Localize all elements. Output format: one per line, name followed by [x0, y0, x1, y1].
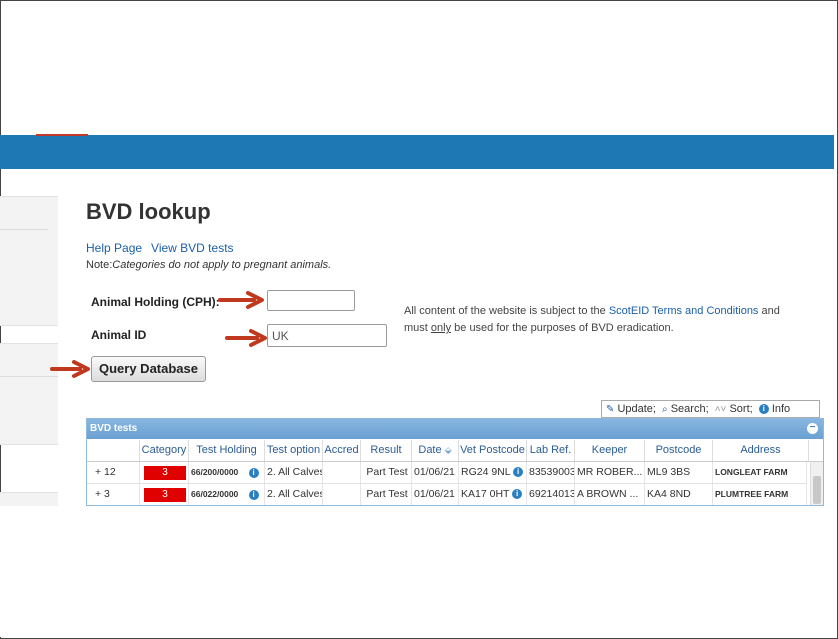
terms-text: be used for the purposes of BVD eradicat… [451, 322, 674, 334]
column-header-test-option[interactable]: Test option [265, 440, 323, 461]
active-nav-indicator [36, 134, 88, 136]
terms-text: must [404, 322, 431, 334]
screenshot-crop-area [0, 506, 836, 637]
date-cell: 01/06/21 [412, 484, 459, 505]
terms-emphasis: only [430, 322, 452, 334]
column-header-postcode[interactable]: Postcode [645, 440, 713, 461]
table-row[interactable]: + 3 3 66/022/0000 i 2. All Calves Part T… [87, 484, 807, 505]
address-cell: PLUMTREE FARM [713, 484, 807, 505]
note-body: Categories do not apply to pregnant anim… [112, 259, 332, 271]
column-header-vet-postcode[interactable]: Vet Postcode [459, 440, 527, 461]
annotation-arrow-icon [218, 291, 264, 309]
vet-postcode-value: KA17 0HT [461, 488, 510, 500]
grid-toolbar: ✎ Update; ⌕ Search; ˄˅ Sort; i Info [601, 400, 820, 418]
sort-label: Sort; [729, 403, 753, 415]
help-page-link[interactable]: Help Page [86, 241, 142, 255]
left-sidebar-panel [0, 196, 58, 326]
info-label: Info [771, 403, 791, 415]
info-icon[interactable]: i [512, 489, 523, 500]
table-row[interactable]: + 12 3 66/200/0000 i 2. All Calves Part … [87, 462, 807, 484]
info-icon[interactable]: i [248, 489, 259, 500]
grid-scrollbar[interactable] [810, 462, 823, 505]
terms-text: and [758, 305, 780, 317]
date-cell: 01/06/21 [412, 462, 459, 483]
animal-id-label: Animal ID [91, 328, 147, 342]
date-header-label: Date [418, 444, 442, 456]
expander-count: + 3 [95, 488, 110, 500]
scrollbar-thumb[interactable] [813, 476, 821, 504]
vet-postcode-cell: RG24 9NL i [459, 462, 527, 483]
test-option-cell: 2. All Calves [265, 484, 323, 505]
keeper-cell: A BROWN ... [575, 484, 645, 505]
top-links: Help Page View BVD tests [86, 241, 243, 255]
keeper-cell: MR ROBER... [575, 462, 645, 483]
category-cell: 3 [140, 484, 189, 505]
terms-text: All content of the website is subject to… [404, 305, 609, 317]
annotation-arrow-icon [50, 360, 90, 378]
vet-postcode-value: RG24 9NL [461, 466, 511, 478]
vet-postcode-cell: KA17 0HT i [459, 484, 527, 505]
column-header-category[interactable]: Category [140, 440, 189, 461]
bvd-tests-grid: BVD tests − Category Test Holding Test o… [86, 418, 824, 506]
sort-descending-icon: ⬙ [444, 445, 452, 455]
category-badge: 3 [144, 488, 186, 502]
terms-link[interactable]: ScotEID Terms and Conditions [609, 305, 759, 317]
postcode-cell: KA4 8ND [645, 484, 713, 505]
search-tool[interactable]: ⌕ Search; [662, 401, 709, 418]
test-holding-value: 66/200/0000 [191, 467, 239, 477]
animal-holding-input[interactable] [267, 290, 355, 311]
column-header-test-holding[interactable]: Test Holding [189, 440, 265, 461]
test-holding-cell: 66/200/0000 i [189, 462, 265, 483]
test-holding-value: 66/022/0000 [191, 489, 239, 499]
test-holding-cell: 66/022/0000 i [189, 484, 265, 505]
update-tool[interactable]: ✎ Update; [606, 401, 656, 418]
result-cell: Part Test [361, 462, 412, 483]
accred-cell [323, 462, 361, 483]
sort-arrows-icon: ˄˅ [714, 404, 727, 415]
search-icon: ⌕ [662, 404, 668, 415]
result-cell: Part Test [361, 484, 412, 505]
column-header-result[interactable]: Result [361, 440, 412, 461]
column-header-accred[interactable]: Accred [323, 440, 361, 461]
address-cell: LONGLEAT FARM [713, 462, 807, 483]
grid-title: BVD tests [90, 423, 138, 434]
sort-tool[interactable]: ˄˅ Sort; [715, 401, 753, 418]
column-header-date[interactable]: Date ⬙ [412, 440, 459, 461]
lab-ref-cell: 835390036 [527, 462, 575, 483]
info-icon[interactable]: i [513, 467, 524, 478]
view-bvd-tests-link[interactable]: View BVD tests [151, 241, 233, 255]
column-header-expander [87, 440, 140, 461]
query-database-button[interactable]: Query Database [91, 356, 206, 382]
pencil-icon: ✎ [606, 404, 615, 415]
row-expander[interactable]: + 3 [87, 484, 140, 505]
update-label: Update; [617, 403, 656, 415]
category-cell: 3 [140, 462, 189, 483]
grid-header-row: Category Test Holding Test option Accred… [87, 440, 823, 462]
search-label: Search; [670, 403, 709, 415]
column-header-keeper[interactable]: Keeper [575, 440, 645, 461]
collapse-icon[interactable]: − [807, 423, 818, 434]
lab-ref-cell: 692140133 [527, 484, 575, 505]
accred-cell [323, 484, 361, 505]
animal-id-input[interactable] [267, 324, 387, 347]
test-option-cell: 2. All Calves [265, 462, 323, 483]
info-tool[interactable]: i Info [758, 401, 791, 417]
column-header-lab-ref[interactable]: Lab Ref. [527, 440, 575, 461]
annotation-arrow-icon [225, 329, 267, 347]
animal-holding-label: Animal Holding (CPH): [91, 295, 220, 309]
page-title: BVD lookup [86, 199, 211, 224]
info-icon[interactable]: i [248, 467, 259, 478]
category-badge: 3 [144, 466, 186, 480]
grid-caption: BVD tests [87, 419, 823, 439]
postcode-cell: ML9 3BS [645, 462, 713, 483]
note-text: Note:Categories do not apply to pregnant… [86, 259, 331, 271]
note-prefix: Note: [86, 259, 113, 271]
column-header-address[interactable]: Address [713, 440, 809, 461]
terms-notice: All content of the website is subject to… [404, 303, 814, 337]
expander-count: + 12 [95, 466, 116, 478]
top-nav-bar [0, 135, 834, 169]
info-icon: i [758, 404, 769, 415]
row-expander[interactable]: + 12 [87, 462, 140, 483]
